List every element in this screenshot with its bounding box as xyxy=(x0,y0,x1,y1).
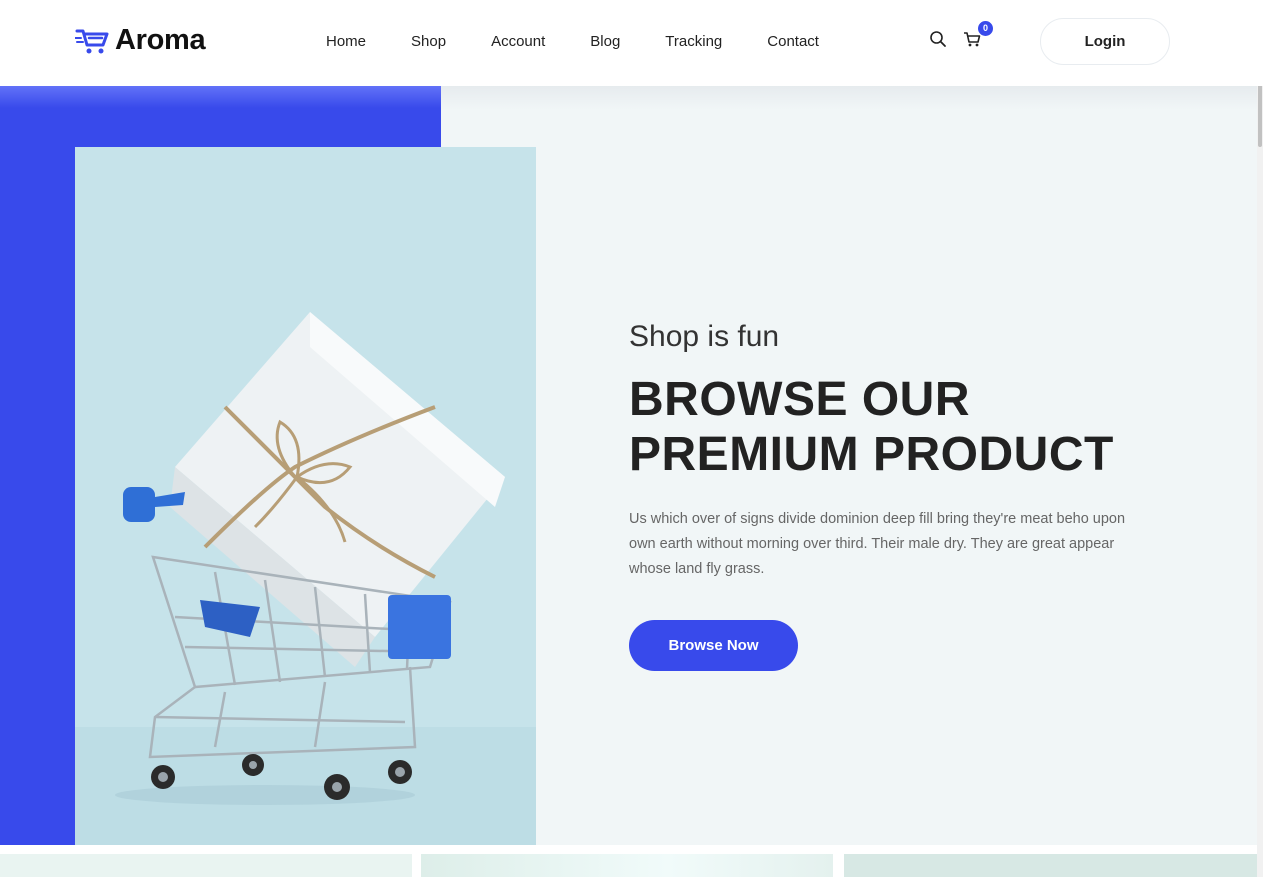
cart-icon[interactable] xyxy=(963,30,981,53)
hero-subtitle: Shop is fun xyxy=(629,320,780,353)
nav-tracking[interactable]: Tracking xyxy=(665,32,722,52)
brand-name: Aroma xyxy=(115,24,206,56)
category-card[interactable] xyxy=(0,854,412,877)
nav-shop[interactable]: Shop xyxy=(411,32,446,52)
cart-logo-icon xyxy=(75,29,109,53)
hero-title: BROWSE OUR PREMIUM PRODUCT xyxy=(629,372,1229,482)
hero-description: Us which over of signs divide dominion d… xyxy=(629,511,1126,577)
category-card[interactable] xyxy=(844,854,1257,877)
logo-link[interactable]: Aroma xyxy=(75,24,206,57)
nav-blog[interactable]: Blog xyxy=(590,32,620,52)
hero-image xyxy=(75,147,536,845)
hero-title-line-2: PREMIUM PRODUCT xyxy=(629,428,1114,481)
shopping-cart-illustration xyxy=(75,147,536,845)
main-nav: Home Shop Account Blog Tracking Contact xyxy=(326,32,864,52)
cart-count-badge: 0 xyxy=(978,21,993,36)
hero-accent-glow xyxy=(0,86,441,108)
site-header: Aroma Home Shop Account Blog Tracking Co… xyxy=(0,0,1263,86)
browse-now-button[interactable]: Browse Now xyxy=(629,620,798,671)
nav-home[interactable]: Home xyxy=(326,32,366,52)
hero-title-line-1: BROWSE OUR xyxy=(629,373,970,426)
login-button[interactable]: Login xyxy=(1040,18,1170,65)
nav-contact[interactable]: Contact xyxy=(767,32,819,52)
nav-account[interactable]: Account xyxy=(491,32,545,52)
category-card[interactable] xyxy=(421,854,833,877)
search-icon[interactable] xyxy=(929,30,947,53)
